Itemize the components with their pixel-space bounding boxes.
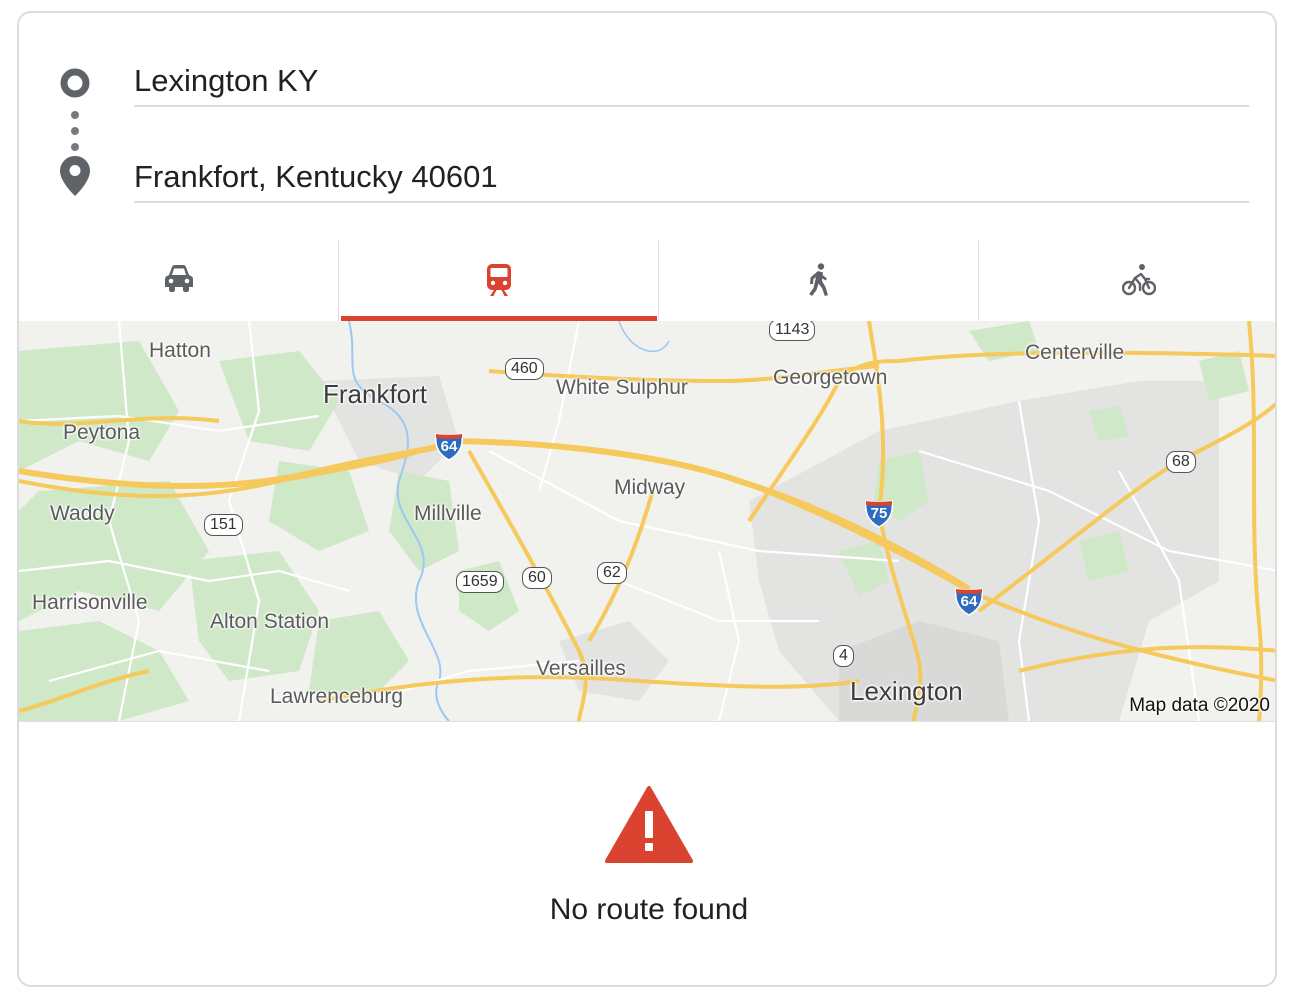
map-label-lawrenceburg: Lawrenceburg	[270, 685, 404, 708]
route-shield-460: 460	[505, 358, 544, 380]
origin-field[interactable]	[134, 59, 1249, 107]
route-shield-151: 151	[204, 514, 243, 536]
map-label-georgetown: Georgetown	[773, 366, 888, 389]
map-label-white-sulphur: White Sulphur	[556, 376, 688, 399]
interstate-64-shield-icon: 64	[434, 429, 464, 461]
map-label-frankfort: Frankfort	[323, 379, 428, 409]
origin-input[interactable]	[134, 59, 1249, 103]
route-dot-icon	[71, 127, 79, 135]
route-shield-1143: 1143	[769, 321, 816, 341]
destination-field[interactable]	[134, 155, 1249, 203]
tab-transit[interactable]	[339, 241, 659, 323]
map-attribution: Map data ©2020	[1129, 695, 1270, 716]
map-label-peytona: Peytona	[63, 421, 141, 444]
map-label-lexington: Lexington	[850, 676, 963, 706]
warning-icon	[605, 786, 693, 863]
travel-mode-tabs	[19, 241, 1275, 323]
origin-circle-icon	[60, 68, 90, 98]
tab-walking[interactable]	[659, 241, 979, 323]
map-label-alton-station: Alton Station	[210, 610, 330, 633]
train-icon	[487, 264, 511, 296]
map-label-hatton: Hatton	[149, 339, 211, 362]
tab-driving[interactable]	[19, 241, 339, 323]
tab-cycling[interactable]	[979, 241, 1275, 323]
interstate-64-east-shield-icon: 64	[954, 584, 984, 616]
route-shield-4: 4	[833, 645, 854, 667]
route-shield-60: 60	[522, 567, 552, 589]
map-divider	[19, 721, 1275, 722]
location-pin-icon	[60, 156, 90, 196]
map-label-millville: Millville	[414, 502, 482, 525]
directions-card: Hatton Frankfort White Sulphur Georgetow…	[17, 11, 1277, 987]
map-label-centerville: Centerville	[1025, 341, 1125, 364]
map-label-waddy: Waddy	[50, 502, 115, 525]
interstate-75-shield-icon: 75	[864, 496, 894, 528]
route-icons	[59, 65, 93, 205]
map-label-versailles: Versailles	[536, 657, 626, 680]
bicycle-icon	[1122, 264, 1156, 296]
interstate-64-east-label: 64	[960, 593, 978, 610]
car-icon	[165, 265, 193, 292]
route-dot-icon	[71, 143, 79, 151]
route-dot-icon	[71, 111, 79, 119]
interstate-64-label: 64	[440, 438, 458, 455]
route-shield-68: 68	[1166, 451, 1196, 473]
map-view[interactable]: Hatton Frankfort White Sulphur Georgetow…	[19, 321, 1275, 721]
interstate-75-label: 75	[870, 505, 888, 522]
map-label-harrisonville: Harrisonville	[32, 591, 148, 614]
route-shield-62: 62	[597, 562, 627, 584]
map-label-midway: Midway	[614, 476, 686, 499]
destination-input[interactable]	[134, 155, 1249, 199]
route-shield-1659: 1659	[456, 571, 504, 593]
walk-icon	[809, 263, 828, 296]
no-route-message: No route found	[549, 893, 749, 926]
